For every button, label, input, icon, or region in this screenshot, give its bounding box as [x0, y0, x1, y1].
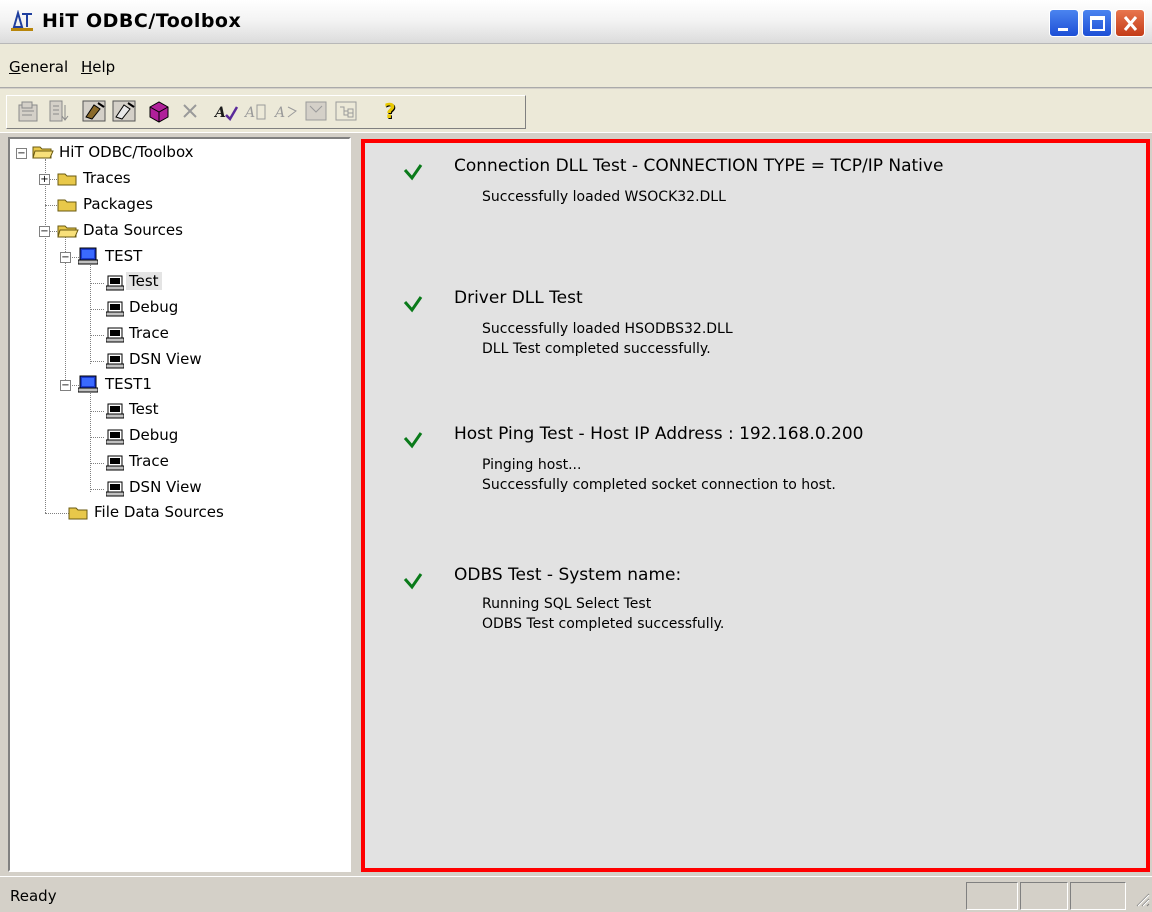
terminal-icon: [105, 275, 125, 295]
expander-dsn-test[interactable]: −: [60, 252, 71, 263]
app-logo-icon: [10, 9, 34, 32]
test-title: Connection DLL Test - CONNECTION TYPE = …: [454, 156, 944, 176]
tree-item-dsn-view[interactable]: DSN View: [126, 478, 205, 496]
terminal-icon: [105, 481, 125, 501]
tree-item-root[interactable]: HiT ODBC/Toolbox: [56, 143, 197, 161]
terminal-icon: [105, 301, 125, 321]
test-detail: Successfully loaded WSOCK32.DLL: [482, 189, 726, 205]
tree-view-icon[interactable]: [332, 97, 360, 125]
tree-item-packages[interactable]: Packages: [80, 195, 156, 213]
terminal-icon: [105, 353, 125, 373]
svg-text:?: ?: [384, 99, 396, 123]
test-detail: Pinging host...: [482, 457, 582, 473]
test-detail: ODBS Test completed successfully.: [482, 616, 725, 632]
terminal-icon: [105, 403, 125, 423]
status-panel: [1020, 882, 1068, 910]
menu-general[interactable]: General: [9, 58, 68, 76]
delete-icon[interactable]: [176, 97, 204, 125]
svg-text:A: A: [213, 105, 226, 121]
expander-dsn-test1[interactable]: −: [60, 380, 71, 391]
open-folder-icon: [57, 223, 79, 243]
tree-item-dsn-test[interactable]: TEST: [102, 247, 145, 265]
pane-splitter[interactable]: [353, 137, 361, 872]
status-text: Ready: [10, 887, 57, 905]
tree-item-dsn-test1[interactable]: TEST1: [102, 375, 155, 393]
status-panel: [966, 882, 1018, 910]
terminal-icon: [105, 455, 125, 475]
resize-grip-icon[interactable]: [1134, 891, 1150, 907]
tree-item-file-data-sources[interactable]: File Data Sources: [91, 503, 227, 521]
tree-item-debug[interactable]: Debug: [126, 298, 181, 316]
menu-help[interactable]: Help: [81, 58, 115, 76]
test-detail: Running SQL Select Test: [482, 596, 652, 612]
test-icon[interactable]: A: [212, 97, 240, 125]
tree-item-data-sources[interactable]: Data Sources: [80, 221, 186, 239]
test-detail: DLL Test completed successfully.: [482, 341, 711, 357]
tree-item-trace[interactable]: Trace: [126, 324, 172, 342]
connect-icon[interactable]: [80, 97, 108, 125]
computer-icon: [77, 375, 99, 397]
test-title: ODBS Test - System name:: [454, 565, 682, 585]
help-icon[interactable]: ??: [378, 97, 406, 125]
test-detail: Successfully loaded HSODBS32.DLL: [482, 321, 733, 337]
expander-data-sources[interactable]: −: [39, 226, 50, 237]
trace-icon[interactable]: A: [272, 97, 300, 125]
tree-item-trace[interactable]: Trace: [126, 452, 172, 470]
folder-icon: [57, 197, 79, 217]
disconnect-icon[interactable]: [110, 97, 138, 125]
expander-root[interactable]: −: [16, 148, 27, 159]
properties-icon[interactable]: [14, 97, 42, 125]
folder-icon: [57, 171, 79, 191]
status-panel: [1070, 882, 1126, 910]
expander-traces[interactable]: +: [39, 174, 50, 185]
svg-text:A: A: [273, 105, 285, 121]
svg-text:A: A: [243, 105, 255, 121]
tree-view[interactable]: − HiT ODBC/Toolbox + Traces Packages − D…: [8, 137, 351, 872]
window-title: HiT ODBC/Toolbox: [42, 10, 242, 32]
tree-item-debug[interactable]: Debug: [126, 426, 181, 444]
test-detail: Successfully completed socket connection…: [482, 477, 836, 493]
test-results-panel: Connection DLL Test - CONNECTION TYPE = …: [361, 139, 1150, 872]
toolbar: A A A ??: [0, 89, 1152, 133]
test-title: Host Ping Test - Host IP Address : 192.1…: [454, 424, 864, 444]
menu-bar: General Help: [0, 44, 1152, 88]
folder-icon: [68, 505, 90, 525]
export-icon[interactable]: [44, 97, 72, 125]
terminal-icon: [105, 327, 125, 347]
maximize-button[interactable]: [1082, 9, 1112, 37]
computer-icon: [77, 247, 99, 269]
tree-item-traces[interactable]: Traces: [80, 169, 134, 187]
minimize-button[interactable]: [1049, 9, 1079, 37]
check-icon: [403, 163, 423, 181]
tree-item-dsn-view[interactable]: DSN View: [126, 350, 205, 368]
close-button[interactable]: [1115, 9, 1145, 37]
status-bar: Ready: [0, 876, 1152, 912]
package-icon[interactable]: [145, 97, 173, 125]
query-icon[interactable]: A: [242, 97, 270, 125]
test-title: Driver DLL Test: [454, 288, 583, 308]
check-icon: [403, 431, 423, 449]
tree-item-test-selected[interactable]: Test: [126, 272, 162, 290]
check-icon: [403, 572, 423, 590]
open-folder-icon: [32, 144, 54, 164]
tree-item-test[interactable]: Test: [126, 400, 162, 418]
check-icon: [403, 295, 423, 313]
title-bar[interactable]: HiT ODBC/Toolbox: [0, 0, 1152, 44]
terminal-icon: [105, 429, 125, 449]
debug-icon[interactable]: [302, 97, 330, 125]
